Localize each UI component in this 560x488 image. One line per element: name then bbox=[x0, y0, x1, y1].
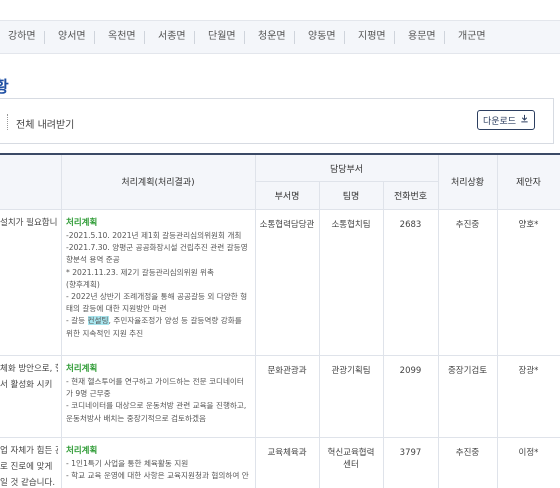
proposal-text-line: 일 것 같습니다. bbox=[0, 478, 56, 488]
table-row-1-plan: 처리계획 -2021.5.10. 2021년 제1회 갈등관리심의위원회 개최 … bbox=[66, 216, 252, 340]
status-cell: 추진중 bbox=[455, 220, 480, 230]
separator bbox=[144, 31, 145, 44]
header-divider bbox=[255, 181, 438, 182]
phone-cell: 2683 bbox=[399, 220, 422, 230]
proposal-text-line: 업 자체가 힘든 관 bbox=[0, 446, 58, 456]
download-all-label: 전체 내려받기 bbox=[16, 120, 75, 131]
plan-text: , 주민자율조정가 양성 등 갈등역량 강화를 bbox=[108, 316, 242, 326]
dept-name-cell: 소통협력담당관 bbox=[259, 220, 315, 230]
plan-title: 처리계획 bbox=[66, 364, 98, 374]
table-row-1-proposal: 설치가 필요합니 bbox=[0, 215, 58, 231]
separator bbox=[244, 31, 245, 44]
proposal-text-line: 설치가 필요합니 bbox=[0, 218, 58, 228]
phone-cell: 2099 bbox=[399, 366, 422, 376]
col-divider bbox=[438, 155, 439, 488]
separator bbox=[194, 31, 195, 44]
table-row-2-plan: 처리계획 - 현재 헬스투어를 연구하고 가이드하는 전문 코디네이터 가 9명… bbox=[66, 362, 252, 425]
proposal-table: 처리계획(처리결과) 담당부서 부서명 팀명 전화번호 처리상황 제안자 설치가… bbox=[0, 153, 560, 488]
plan-title: 처리계획 bbox=[66, 218, 98, 228]
table-row-3-plan: 처리계획 - 1인1특기 사업을 통한 체육활동 지원 - 학교 교육 운영에 … bbox=[66, 444, 252, 482]
team-name-cell: 소통협치팀 bbox=[331, 220, 371, 230]
dept-name-cell: 교육체육과 bbox=[267, 448, 307, 458]
region-tab-yongmun[interactable]: 용문면 bbox=[408, 21, 436, 53]
divider bbox=[7, 114, 9, 130]
separator bbox=[94, 31, 95, 44]
separator bbox=[44, 31, 45, 44]
dept-name-cell: 문화관광과 bbox=[267, 366, 307, 376]
separator bbox=[344, 31, 345, 44]
header-department-group: 담당부서 bbox=[329, 165, 364, 175]
separator bbox=[394, 31, 395, 44]
team-name-cell: 혁신교육협력센터 bbox=[327, 448, 375, 470]
region-tab-gaegun[interactable]: 개군면 bbox=[458, 21, 486, 53]
header-phone: 전화번호 bbox=[393, 192, 428, 202]
separator bbox=[294, 31, 295, 44]
plan-title: 처리계획 bbox=[66, 446, 98, 456]
col-divider bbox=[497, 155, 498, 488]
phone-cell: 3797 bbox=[399, 448, 422, 458]
header-dept-name: 부서명 bbox=[274, 192, 300, 202]
header-plan: 처리계획(처리결과) bbox=[121, 178, 195, 188]
plan-line: 가 9명 근무중 bbox=[66, 389, 111, 399]
download-icon bbox=[520, 114, 529, 126]
header-proposer: 제안자 bbox=[516, 178, 541, 188]
region-tab-danwol[interactable]: 단월면 bbox=[208, 21, 236, 53]
proposer-cell: 이정* bbox=[518, 448, 539, 458]
region-tab-yangdong[interactable]: 양동면 bbox=[308, 21, 336, 53]
col-divider bbox=[61, 155, 62, 488]
plan-line: - 코디네이터를 대상으로 운동처방 관련 교육을 진행하고, bbox=[66, 401, 247, 411]
plan-line: -2021.5.10. 2021년 제1회 갈등관리심의위원회 개최 bbox=[66, 231, 242, 240]
plan-line: 태의 갈등에 대한 지원방안 마련 bbox=[66, 304, 167, 314]
plan-line: 위한 지속적인 지원 추진 bbox=[66, 328, 144, 338]
col-divider bbox=[255, 155, 256, 488]
proposal-text-line: 체화 방안으로, 헬 bbox=[0, 364, 58, 374]
region-tab-okcheon[interactable]: 옥천면 bbox=[108, 21, 136, 53]
region-tab-cheongun[interactable]: 청운면 bbox=[258, 21, 286, 53]
proposal-text-line: 서 활성화 시키 bbox=[0, 380, 53, 390]
row-divider bbox=[0, 355, 560, 356]
section-title: 황 bbox=[0, 77, 9, 96]
separator bbox=[444, 31, 445, 44]
plan-line: - 갈등 컨설팅, 주민자율조정가 양성 등 갈등역량 강화를 bbox=[66, 315, 252, 327]
plan-line: - 학교 교육 운영에 대한 사항은 교육지원청과 협의하여 안 bbox=[66, 471, 249, 481]
team-name-cell: 관광기획팀 bbox=[331, 366, 371, 376]
table-row-3-proposal: 업 자체가 힘든 관 로 진로에 맞게 일 것 같습니다. bbox=[0, 443, 58, 488]
region-tab-seojong[interactable]: 서종면 bbox=[158, 21, 186, 53]
plan-line: (향후계획) bbox=[66, 279, 100, 289]
table-row-2-proposal: 체화 방안으로, 헬 서 활성화 시키 bbox=[0, 361, 58, 393]
header-team-name: 팀명 bbox=[342, 192, 360, 202]
download-panel: 전체 내려받기 다운로드 bbox=[0, 98, 554, 144]
proposer-cell: 장광* bbox=[518, 366, 539, 376]
region-tab-bar: 강하면 양서면 옥천면 서종면 단월면 청운면 양동면 지평면 용문면 개군면 bbox=[0, 20, 560, 54]
row-divider bbox=[0, 437, 560, 438]
plan-text: - 갈등 bbox=[66, 316, 88, 326]
status-cell: 추진중 bbox=[455, 448, 480, 458]
plan-line: * 2021.11.23. 제2기 갈등관리심의위원 위촉 bbox=[66, 267, 215, 277]
plan-line: - 2022년 상반기 조례개정을 통해 공공갈등 외 다양한 형 bbox=[66, 292, 248, 302]
download-button[interactable]: 다운로드 bbox=[477, 110, 535, 130]
header-status: 처리상황 bbox=[450, 178, 485, 188]
region-tab-yangseo[interactable]: 양서면 bbox=[58, 21, 86, 53]
region-tab-ganha[interactable]: 강하면 bbox=[8, 21, 36, 53]
proposal-text-line: 로 진로에 맞게 bbox=[0, 462, 53, 472]
region-tab-jipyeong[interactable]: 지평면 bbox=[358, 21, 386, 53]
proposer-cell: 양호* bbox=[518, 220, 539, 230]
highlighted-term: 컨설팅 bbox=[87, 316, 109, 326]
status-cell: 중장기검토 bbox=[447, 366, 488, 376]
plan-line: - 현재 헬스투어를 연구하고 가이드하는 전문 코디네이터 bbox=[66, 377, 244, 386]
download-button-label: 다운로드 bbox=[482, 116, 517, 127]
plan-line: -2021.7.30. 양평군 공공화장시설 건립추진 관련 갈등영 bbox=[66, 243, 248, 253]
plan-line: 운동처방사 배치는 중장기적으로 검토하겠음 bbox=[66, 413, 206, 423]
plan-line: 향분석 용역 준공 bbox=[66, 255, 120, 265]
plan-line: - 1인1특기 사업을 통한 체육활동 지원 bbox=[66, 459, 189, 468]
row-divider bbox=[0, 209, 560, 210]
